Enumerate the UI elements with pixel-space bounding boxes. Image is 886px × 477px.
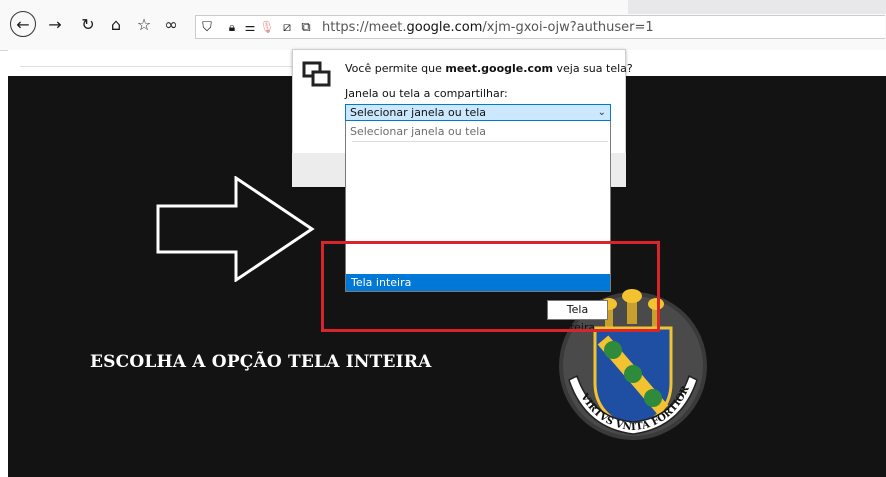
prompt-domain: meet.google.com [445, 62, 553, 75]
permissions-icon: ⚌ [244, 20, 256, 34]
dialog-prompt: Você permite que meet.google.com veja su… [345, 62, 633, 75]
home-button[interactable]: ⌂ [106, 14, 126, 34]
infinity-icon: ∞ [164, 14, 178, 34]
screen-share-icon [302, 61, 331, 87]
home-icon: ⌂ [110, 14, 122, 34]
shield-icon: ⛉ [202, 19, 212, 35]
window-share-icon: ⧉ [301, 19, 311, 35]
select-label: Janela ou tela a compartilhar: [345, 87, 508, 100]
extension-button[interactable]: ∞ [161, 14, 181, 34]
highlight-box [321, 241, 660, 332]
site-info-button[interactable]: 🔒︎ [222, 17, 242, 37]
bookmarks-icon: ☆ [136, 14, 152, 34]
tracking-protection-button[interactable]: ⛉ [197, 17, 217, 37]
right-arrow-icon [156, 176, 315, 282]
url-path: /xjm-gxoi-ojw?authuser=1 [482, 20, 654, 35]
back-icon: ← [16, 14, 30, 34]
forward-button[interactable]: → [45, 14, 65, 34]
forward-icon: → [48, 14, 62, 34]
reload-icon: ↻ [81, 14, 95, 34]
chevron-down-icon: ⌄ [597, 107, 606, 118]
window-share-button[interactable]: ⧉ [296, 17, 316, 37]
list-separator [352, 141, 608, 142]
prompt-suffix: veja sua tela? [553, 62, 633, 75]
prompt-prefix: Você permite que [345, 62, 446, 75]
reload-button[interactable]: ↻ [78, 14, 98, 34]
url-domain: google.com [406, 20, 483, 35]
back-button[interactable]: ← [10, 11, 36, 37]
url-text[interactable]: https://meet.google.com/xjm-gxoi-ojw?aut… [322, 20, 654, 35]
list-item-placeholder[interactable]: Selecionar janela ou tela [350, 125, 486, 138]
instruction-text: ESCOLHA A OPÇÃO TELA INTEIRA [90, 352, 432, 372]
screen-share-button[interactable]: ⧄ [277, 17, 297, 37]
url-prefix: https://meet. [322, 20, 407, 35]
microphone-icon: 🎙︎ [259, 20, 275, 34]
bookmarks-button[interactable]: ☆ [134, 14, 154, 34]
screen-share-blocked-icon: ⧄ [282, 19, 292, 35]
window-select-dropdown[interactable]: Selecionar janela ou tela ⌄ [345, 104, 611, 121]
microphone-button[interactable]: 🎙︎ [257, 17, 277, 37]
tab-strip [628, 0, 886, 14]
lock-icon: 🔒︎ [228, 19, 236, 34]
select-value: Selecionar janela ou tela [350, 106, 487, 119]
label-text: anela ou tela a compartilhar: [348, 87, 508, 100]
